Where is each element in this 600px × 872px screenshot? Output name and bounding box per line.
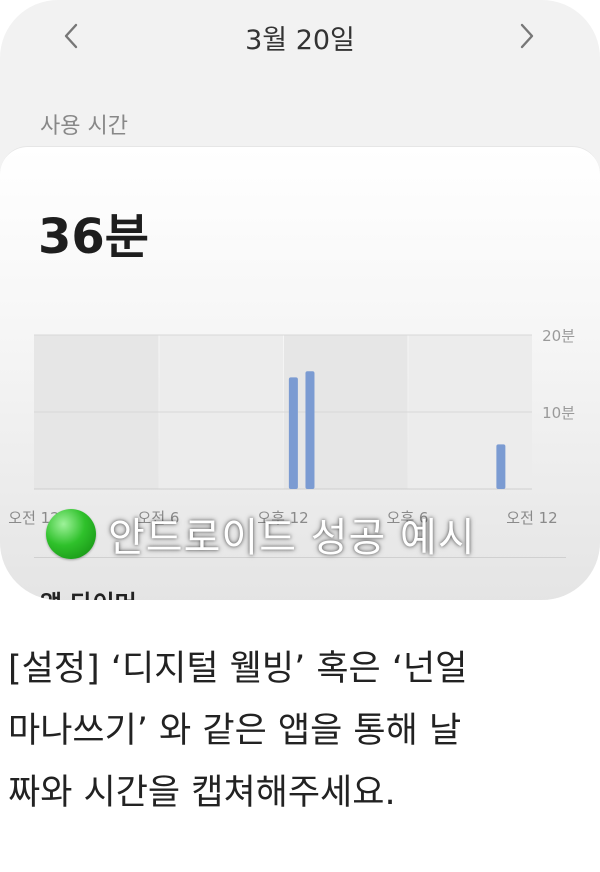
instruction-line: 마나쓰기’ 와 같은 앱을 통해 날 bbox=[8, 711, 462, 751]
date-header: 3월 20일 bbox=[0, 0, 600, 76]
instruction-text: [설정] ‘디지털 웰빙’ 혹은 ‘넌얼 마나쓰기’ 와 같은 앱을 통해 날 … bbox=[8, 638, 594, 824]
green-circle-icon bbox=[46, 509, 96, 559]
chart-bar bbox=[496, 444, 506, 489]
chart-bar bbox=[288, 377, 298, 489]
phone-screen: 3월 20일 사용 시간 36분 20분 10분 오전 12 오전 6 오후 12 오후 … bbox=[0, 0, 600, 600]
chart-y-tick-label: 10분 bbox=[542, 404, 575, 422]
usage-section-label: 사용 시간 bbox=[40, 114, 128, 139]
usage-bar-chart[interactable]: 20분10분오전 12 오전 6 오후 12 오후 6 오전 12 bbox=[0, 147, 600, 547]
chart-y-tick-label: 20분 bbox=[542, 327, 575, 345]
app-timer-section-label[interactable]: 앱 타이머 bbox=[40, 584, 137, 600]
next-day-button[interactable] bbox=[508, 18, 544, 54]
success-example-label: 안드로이드 성공 예시 bbox=[46, 505, 476, 563]
chart-bar bbox=[305, 371, 315, 489]
chart-x-tick-label: 오전 12 bbox=[506, 509, 557, 527]
instruction-line: [설정] ‘디지털 웰빙’ 혹은 ‘넌얼 bbox=[8, 649, 468, 689]
success-example-text: 안드로이드 성공 예시 bbox=[108, 515, 476, 561]
chevron-right-icon bbox=[520, 23, 534, 49]
instruction-line: 짜와 시간을 캡쳐해주세요. bbox=[8, 773, 396, 813]
